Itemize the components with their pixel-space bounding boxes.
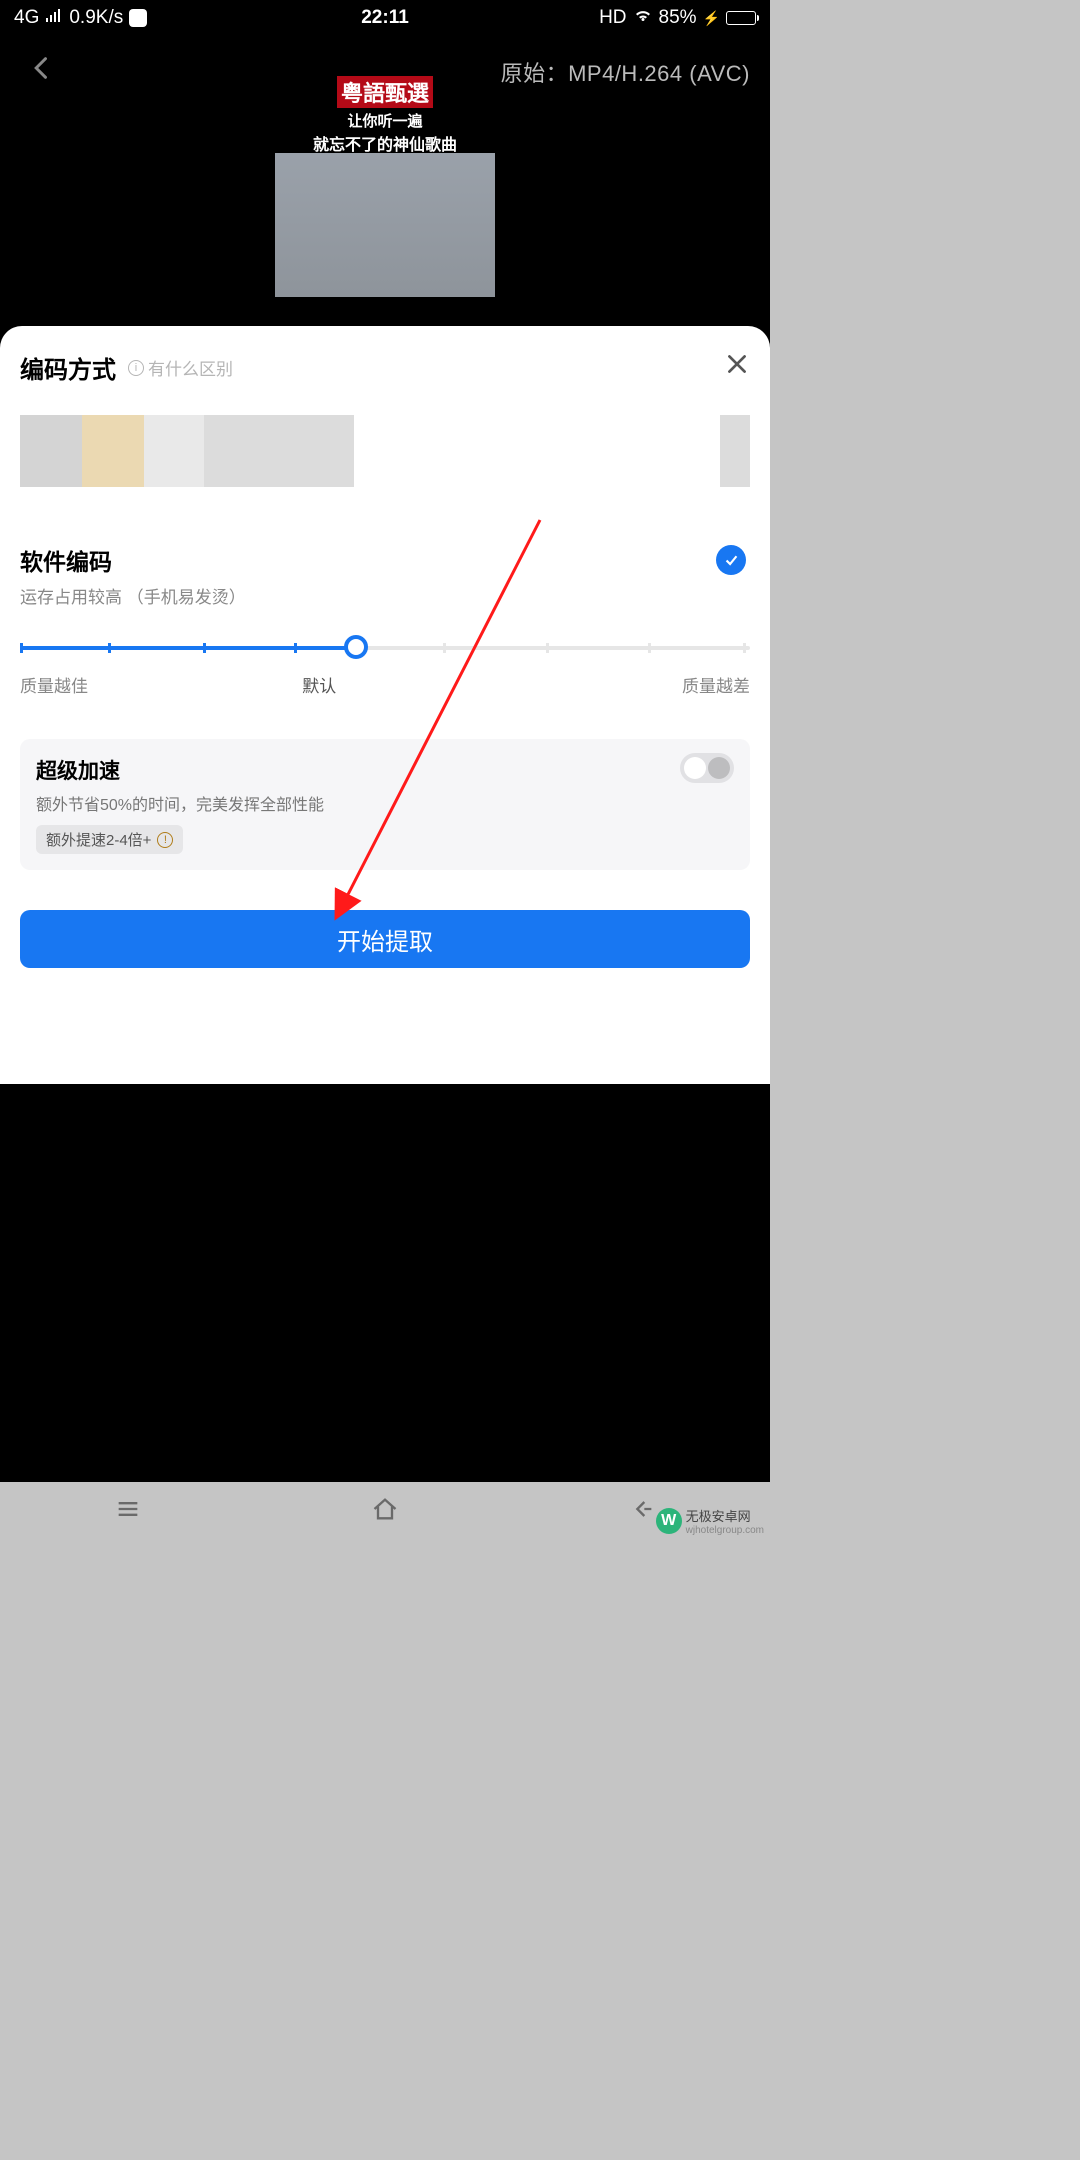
- accel-subtitle: 额外节省50%的时间，完美发挥全部性能: [36, 791, 734, 815]
- slider-label-default: 默认: [302, 672, 336, 697]
- video-thumbnail[interactable]: 粤語甄選 让你听一遍 就忘不了的神仙歌曲: [275, 72, 495, 297]
- clock: 22:11: [361, 7, 409, 29]
- network-label: 4G: [14, 7, 39, 29]
- thumb-subtitle-1: 让你听一遍: [347, 110, 422, 131]
- thumb-subtitle-2: 就忘不了的神仙歌曲: [313, 131, 457, 155]
- option-title: 软件编码: [20, 543, 750, 577]
- app-icon: [129, 9, 147, 27]
- speed-label: 0.9K/s: [69, 7, 123, 29]
- encoding-sheet: 编码方式 i 有什么区别 软件编码 运存占用较高 （手机易发烫）: [0, 326, 770, 1084]
- thumb-title: 粤語甄選: [337, 76, 433, 108]
- watermark-logo: W: [656, 1508, 682, 1534]
- video-preview: 原始：MP4/H.264 (AVC) 粤語甄選 让你听一遍 就忘不了的神仙歌曲: [0, 36, 770, 326]
- accel-title: 超级加速: [36, 755, 734, 785]
- watermark: W 无极安卓网 wjhotelgroup.com: [656, 1506, 764, 1536]
- accel-toggle[interactable]: [680, 753, 734, 783]
- battery-pct: 85%: [659, 7, 697, 29]
- watermark-text: 无极安卓网: [686, 1506, 764, 1525]
- super-acceleration-card: 超级加速 额外节省50%的时间，完美发挥全部性能 额外提速2-4倍+ !: [20, 739, 750, 870]
- back-button[interactable]: [28, 54, 56, 90]
- warning-icon: !: [157, 832, 173, 848]
- slider-label-best: 质量越佳: [20, 672, 88, 697]
- close-button[interactable]: [724, 351, 750, 384]
- encoding-option[interactable]: 软件编码 运存占用较高 （手机易发烫） 质量越佳 默认 质量越差: [20, 543, 750, 697]
- watermark-url: wjhotelgroup.com: [686, 1525, 764, 1536]
- slider-label-worst: 质量越差: [682, 672, 750, 697]
- start-extract-button[interactable]: 开始提取: [20, 910, 750, 968]
- accel-badge: 额外提速2-4倍+ !: [36, 825, 183, 854]
- system-navbar: [0, 1482, 770, 1540]
- sheet-title: 编码方式: [20, 350, 116, 385]
- quality-slider[interactable]: [20, 636, 750, 660]
- original-format: 原始：MP4/H.264 (AVC): [501, 56, 750, 88]
- redacted-strip: [20, 415, 750, 487]
- wifi-icon: [633, 7, 653, 29]
- back-nav-button[interactable]: [628, 1495, 656, 1528]
- info-icon: i: [128, 360, 144, 376]
- battery-icon: [726, 11, 756, 25]
- help-link[interactable]: i 有什么区别: [128, 355, 233, 380]
- charging-icon: ⚡: [703, 10, 720, 27]
- option-subtitle: 运存占用较高 （手机易发烫）: [20, 583, 750, 608]
- recents-button[interactable]: [114, 1495, 142, 1528]
- slider-knob[interactable]: [344, 635, 368, 659]
- option-selected-check: [716, 545, 746, 575]
- status-bar: 4G 0.9K/s 22:11 HD 85% ⚡: [0, 0, 770, 36]
- home-button[interactable]: [371, 1495, 399, 1528]
- hd-label: HD: [599, 7, 626, 29]
- signal-icon: [45, 7, 63, 29]
